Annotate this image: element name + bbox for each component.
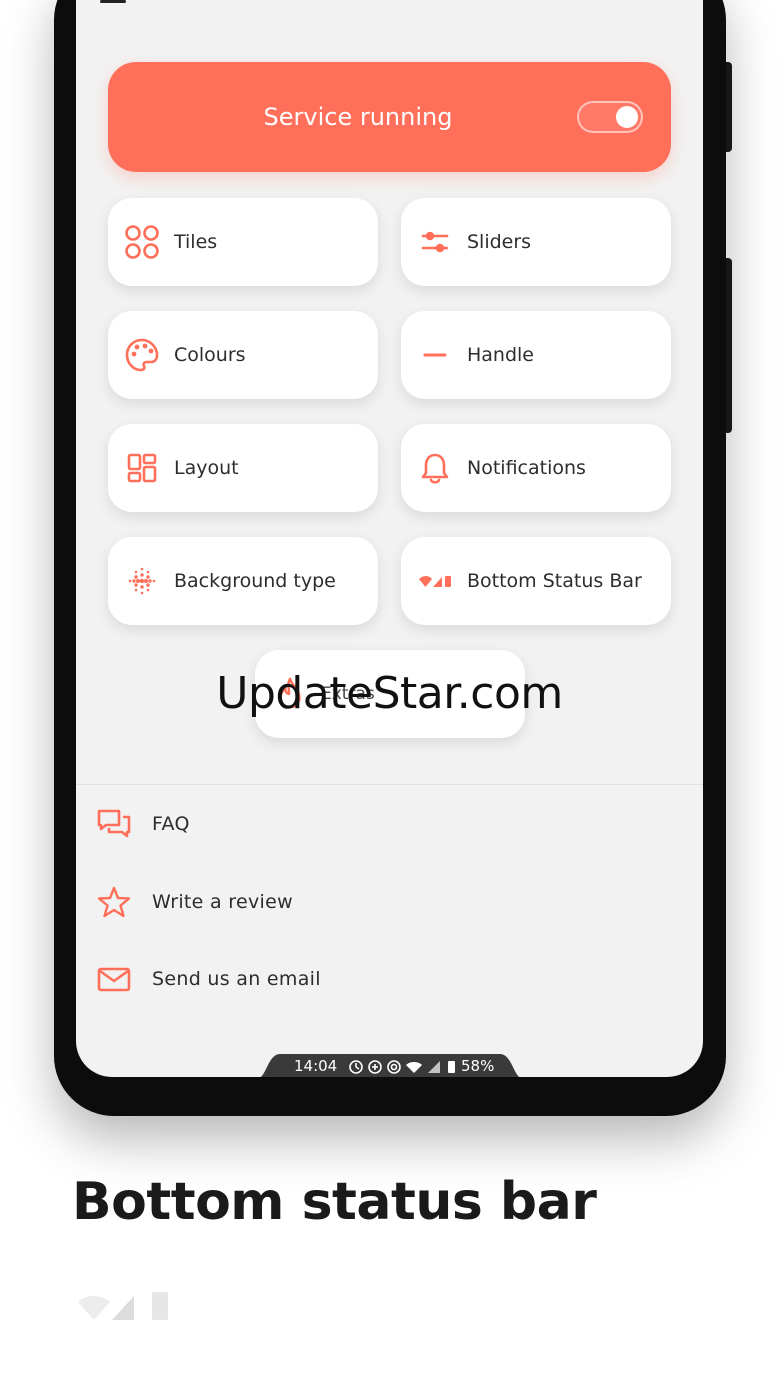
link-send-email[interactable]: Send us an email xyxy=(76,949,703,1009)
flame-icon xyxy=(279,677,301,709)
toggle-knob xyxy=(616,106,638,128)
sliders-icon xyxy=(421,231,449,253)
tile-label: Tiles xyxy=(174,231,218,253)
service-status-label: Service running xyxy=(263,103,453,131)
service-card[interactable]: Service running xyxy=(108,62,671,172)
link-label: Write a review xyxy=(152,891,293,913)
tile-label: Handle xyxy=(467,344,535,366)
status-icons xyxy=(349,1060,455,1074)
tile-colours[interactable]: Colours xyxy=(108,311,378,399)
dots-grid-icon xyxy=(128,567,156,595)
link-label: Send us an email xyxy=(152,968,321,990)
layout-icon xyxy=(127,453,157,483)
tile-label: Background type xyxy=(174,570,336,592)
tile-notifications[interactable]: Notifications xyxy=(401,424,671,512)
tile-extras[interactable]: Extras xyxy=(255,650,525,738)
tile-tiles[interactable]: Tiles xyxy=(108,198,378,286)
star-icon xyxy=(97,886,131,918)
tile-label: Notifications xyxy=(467,457,586,479)
handle-icon xyxy=(423,353,447,357)
status-time: 14:04 xyxy=(294,1057,338,1075)
link-label: FAQ xyxy=(152,813,190,835)
divider xyxy=(76,784,703,785)
bell-icon xyxy=(421,453,449,484)
link-write-review[interactable]: Write a review xyxy=(76,872,703,932)
tile-handle[interactable]: Handle xyxy=(401,311,671,399)
tiles-icon xyxy=(125,225,159,259)
app-screen: Service running Tiles Sliders Colours Ha… xyxy=(76,0,703,1077)
service-toggle[interactable] xyxy=(577,101,643,133)
tile-label: Colours xyxy=(174,344,246,366)
caption-title: Bottom status bar xyxy=(72,1172,597,1232)
tile-bottom-status-bar[interactable]: Bottom Status Bar xyxy=(401,537,671,625)
tile-background-type[interactable]: Background type xyxy=(108,537,378,625)
tile-layout[interactable]: Layout xyxy=(108,424,378,512)
battery-percent: 58% xyxy=(461,1057,495,1075)
tile-sliders[interactable]: Sliders xyxy=(401,198,671,286)
bottom-status-bar: 14:04 58% xyxy=(258,1054,522,1077)
status-bar-illustration-icon xyxy=(78,1292,168,1320)
status-bar-icon xyxy=(419,576,451,587)
link-faq[interactable]: FAQ xyxy=(76,794,703,854)
tile-label: Bottom Status Bar xyxy=(467,570,642,592)
mail-icon xyxy=(97,967,131,992)
chat-bubbles-icon xyxy=(97,809,131,838)
hamburger-menu-icon[interactable] xyxy=(100,0,126,10)
palette-icon xyxy=(125,338,159,372)
tile-label: Layout xyxy=(174,457,239,479)
tile-label: Extras xyxy=(321,684,375,704)
tile-label: Sliders xyxy=(467,231,532,253)
